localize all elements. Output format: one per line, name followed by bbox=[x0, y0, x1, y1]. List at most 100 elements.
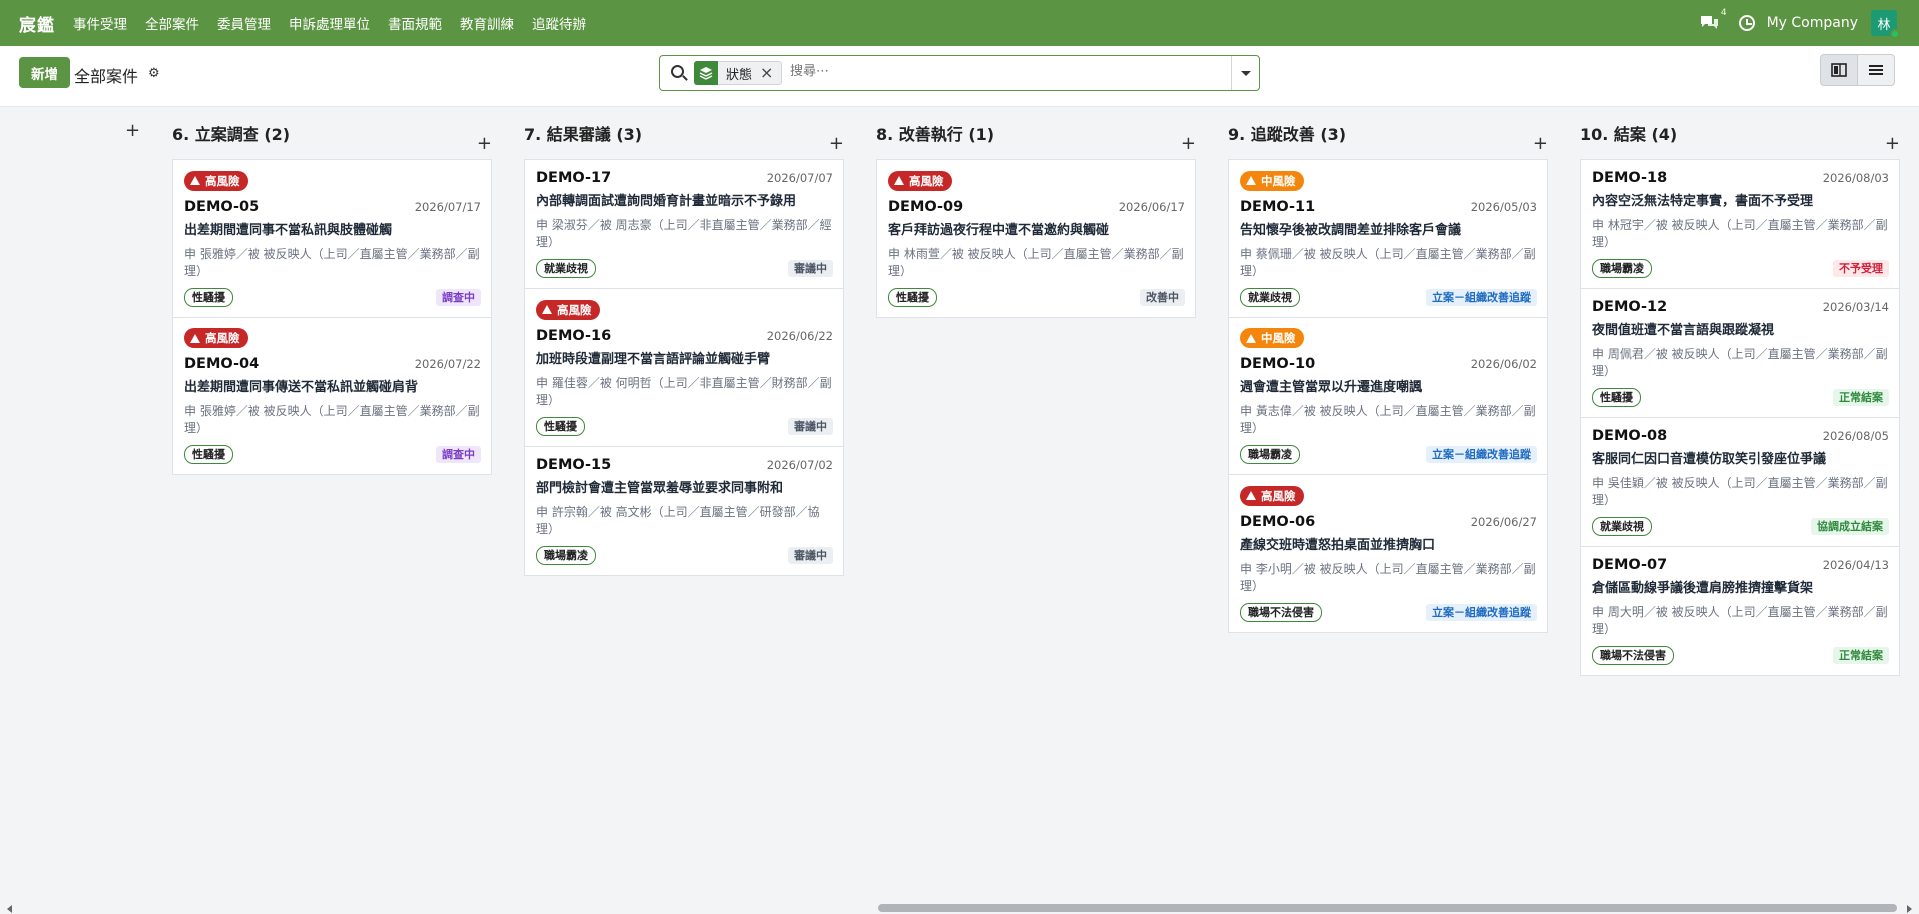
case-card[interactable]: 高風險 DEMO-16 2026/06/22 加班時段遭副理不當言語評論並觸碰手臂… bbox=[525, 289, 843, 447]
column-title[interactable]: 9. 追蹤改善 (3) + bbox=[1228, 121, 1548, 154]
case-id: DEMO-09 bbox=[888, 198, 964, 215]
case-parties: 申 吳佳穎／被 被反映人（上司／直屬主管／業務部／副理） bbox=[1592, 476, 1888, 507]
status-badge: 調查中 bbox=[436, 288, 481, 306]
case-card[interactable]: DEMO-12 2026/03/14 夜間值班遭不當言語與跟蹤凝視 申 周佩君／被… bbox=[1581, 289, 1899, 418]
menu-followup[interactable]: 追蹤待辦 bbox=[532, 13, 586, 33]
case-title: 加班時段遭副理不當言語評論並觸碰手臂 bbox=[536, 351, 771, 367]
case-date: 2026/06/27 bbox=[1470, 514, 1537, 529]
status-badge: 立案－組織改善追蹤 bbox=[1426, 288, 1537, 306]
category-tag: 性騷擾 bbox=[888, 287, 937, 307]
case-parties: 申 張雅婷／被 被反映人（上司／直屬主管／業務部／副理） bbox=[184, 404, 480, 435]
warning-icon bbox=[1246, 333, 1256, 343]
case-parties: 申 羅佳蓉／被 何明哲（上司／非直屬主管／財務部／副理） bbox=[536, 375, 832, 407]
category-tag: 性騷擾 bbox=[184, 445, 233, 464]
case-card[interactable]: DEMO-15 2026/07/02 部門檢討會遭主管當眾羞辱並要求同事附和 申 … bbox=[525, 447, 843, 575]
case-card[interactable]: 高風險 DEMO-05 2026/07/17 出差期間遭同事不當私訊與肢體碰觸 申… bbox=[173, 160, 491, 318]
risk-badge: 中風險 bbox=[1240, 170, 1304, 191]
warning-icon bbox=[190, 176, 200, 185]
layers-icon bbox=[694, 61, 718, 85]
case-title: 出差期間遭同事傳送不當私訊並觸碰肩背 bbox=[184, 380, 419, 395]
case-parties: 申 黃志偉／被 被反映人（上司／直屬主管／業務部／副理） bbox=[1240, 404, 1536, 435]
case-id: DEMO-07 bbox=[1592, 557, 1668, 573]
add-card-icon[interactable]: + bbox=[477, 133, 492, 154]
menu-written-rules[interactable]: 書面規範 bbox=[388, 13, 442, 33]
case-card[interactable]: 高風險 DEMO-09 2026/06/17 客戶拜訪過夜行程中遭不當邀約與觸碰 … bbox=[877, 160, 1195, 317]
new-button[interactable]: 新增 bbox=[19, 57, 70, 88]
category-tag: 就業歧視 bbox=[1592, 517, 1652, 536]
case-title: 客戶拜訪過夜行程中遭不當邀約與觸碰 bbox=[888, 222, 1110, 238]
clock-icon[interactable] bbox=[1738, 15, 1755, 31]
top-navbar: 宸鑑 事件受理 全部案件 委員管理 申訴處理單位 書面規範 教育訓練 追蹤待辦 … bbox=[0, 0, 1919, 46]
warning-icon bbox=[1246, 176, 1256, 185]
add-card-icon[interactable]: + bbox=[1181, 133, 1196, 154]
remove-facet-icon[interactable]: × bbox=[760, 65, 773, 81]
case-card[interactable]: 高風險 DEMO-06 2026/06/27 產線交班時遭怒拍桌面並推擠胸口 申 … bbox=[1229, 475, 1547, 632]
case-parties: 申 周大明／被 被反映人（上司／直屬主管／業務部／副理） bbox=[1592, 605, 1888, 636]
kanban-view-button[interactable] bbox=[1820, 54, 1858, 86]
search-options-toggle[interactable] bbox=[1231, 56, 1259, 90]
case-title: 內部轉調面試遭詢問婚育計畫並暗示不予錄用 bbox=[536, 194, 797, 209]
scroll-left-icon[interactable] bbox=[7, 905, 12, 913]
risk-badge: 中風險 bbox=[1240, 328, 1304, 348]
category-tag: 就業歧視 bbox=[1240, 287, 1300, 307]
risk-badge: 高風險 bbox=[888, 170, 952, 191]
warning-icon bbox=[190, 333, 200, 343]
case-title: 夜間值班遭不當言語與跟蹤凝視 bbox=[1592, 323, 1775, 338]
menu-all-cases[interactable]: 全部案件 bbox=[145, 13, 199, 33]
search-input[interactable] bbox=[790, 64, 1190, 79]
case-date: 2026/06/22 bbox=[766, 328, 833, 343]
add-card-icon[interactable]: + bbox=[1885, 133, 1900, 154]
page-title: 全部案件 bbox=[74, 67, 139, 86]
gear-icon[interactable]: ⚙ bbox=[148, 66, 160, 81]
scrollbar-thumb[interactable] bbox=[878, 904, 1897, 912]
column-title[interactable]: 10. 結案 (4) + bbox=[1580, 121, 1900, 154]
category-tag: 就業歧視 bbox=[536, 259, 596, 278]
case-parties: 申 梁淑芬／被 周志豪（上司／非直屬主管／業務部／經理） bbox=[536, 218, 832, 249]
case-card[interactable]: 高風險 DEMO-04 2026/07/22 出差期間遭同事傳送不當私訊並觸碰肩背… bbox=[173, 318, 491, 475]
add-card-icon[interactable]: + bbox=[829, 133, 844, 154]
search-box: 狀態 × bbox=[659, 55, 1260, 91]
case-card[interactable]: DEMO-08 2026/08/05 客服同仁因口音遭模仿取笑引發座位爭議 申 吳… bbox=[1581, 418, 1899, 547]
status-badge: 立案－組織改善追蹤 bbox=[1426, 446, 1537, 463]
category-tag: 職場霸凌 bbox=[536, 545, 596, 565]
facet-label: 狀態 bbox=[726, 67, 753, 83]
menu-training[interactable]: 教育訓練 bbox=[460, 13, 514, 33]
warning-icon bbox=[542, 305, 552, 314]
case-id: DEMO-06 bbox=[1240, 513, 1316, 530]
kanban-icon bbox=[1831, 63, 1847, 77]
column-title[interactable]: 8. 改善執行 (1) + bbox=[876, 121, 1196, 154]
case-card[interactable]: DEMO-17 2026/07/07 內部轉調面試遭詢問婚育計畫並暗示不予錄用 申… bbox=[525, 160, 843, 289]
case-card[interactable]: 中風險 DEMO-10 2026/06/02 週會遭主管當眾以升遷進度嘲諷 申 黃… bbox=[1229, 318, 1547, 475]
scroll-right-icon[interactable] bbox=[1907, 905, 1912, 913]
case-id: DEMO-18 bbox=[1592, 170, 1668, 186]
avatar-initial: 林 bbox=[1877, 17, 1891, 33]
company-switcher[interactable]: My Company bbox=[1767, 15, 1858, 31]
risk-badge: 高風險 bbox=[184, 328, 248, 348]
case-date: 2026/06/17 bbox=[1118, 199, 1185, 214]
user-avatar[interactable]: 林 bbox=[1871, 10, 1900, 39]
menu-complaint-unit[interactable]: 申訴處理單位 bbox=[289, 13, 370, 33]
status-badge: 不予受理 bbox=[1833, 260, 1889, 277]
case-card[interactable]: DEMO-07 2026/04/13 倉儲區動線爭議後遭肩膀推擠撞擊貨架 申 周大… bbox=[1581, 547, 1899, 675]
category-tag: 職場不法侵害 bbox=[1592, 646, 1674, 665]
app-brand[interactable]: 宸鑑 bbox=[19, 11, 55, 36]
case-title: 內容空泛無法特定事實，書面不予受理 bbox=[1592, 194, 1814, 209]
chat-icon[interactable]: 4 bbox=[1699, 8, 1727, 34]
risk-badge: 高風險 bbox=[1240, 485, 1304, 506]
column-title[interactable]: 6. 立案調查 (2) + bbox=[172, 121, 492, 154]
case-card[interactable]: 中風險 DEMO-11 2026/05/03 告知懷孕後被改調間差並排除客戶會議 … bbox=[1229, 160, 1547, 318]
column-title[interactable]: 7. 結果審議 (3) + bbox=[524, 121, 844, 154]
warning-icon bbox=[894, 176, 904, 185]
list-view-button[interactable] bbox=[1857, 54, 1895, 86]
add-card-icon[interactable]: + bbox=[125, 120, 140, 141]
add-card-icon[interactable]: + bbox=[1533, 133, 1548, 154]
menu-case-intake[interactable]: 事件受理 bbox=[73, 13, 127, 33]
case-card[interactable]: DEMO-18 2026/08/03 內容空泛無法特定事實，書面不予受理 申 林冠… bbox=[1581, 160, 1899, 289]
case-title: 告知懷孕後被改調間差並排除客戶會議 bbox=[1240, 222, 1462, 238]
menu-committee[interactable]: 委員管理 bbox=[217, 13, 271, 33]
category-tag: 性騷擾 bbox=[184, 287, 233, 307]
case-id: DEMO-05 bbox=[184, 198, 260, 215]
case-title: 客服同仁因口音遭模仿取笑引發座位爭議 bbox=[1592, 452, 1827, 467]
case-title: 產線交班時遭怒拍桌面並推擠胸口 bbox=[1240, 537, 1436, 553]
horizontal-scrollbar[interactable] bbox=[0, 900, 1919, 914]
